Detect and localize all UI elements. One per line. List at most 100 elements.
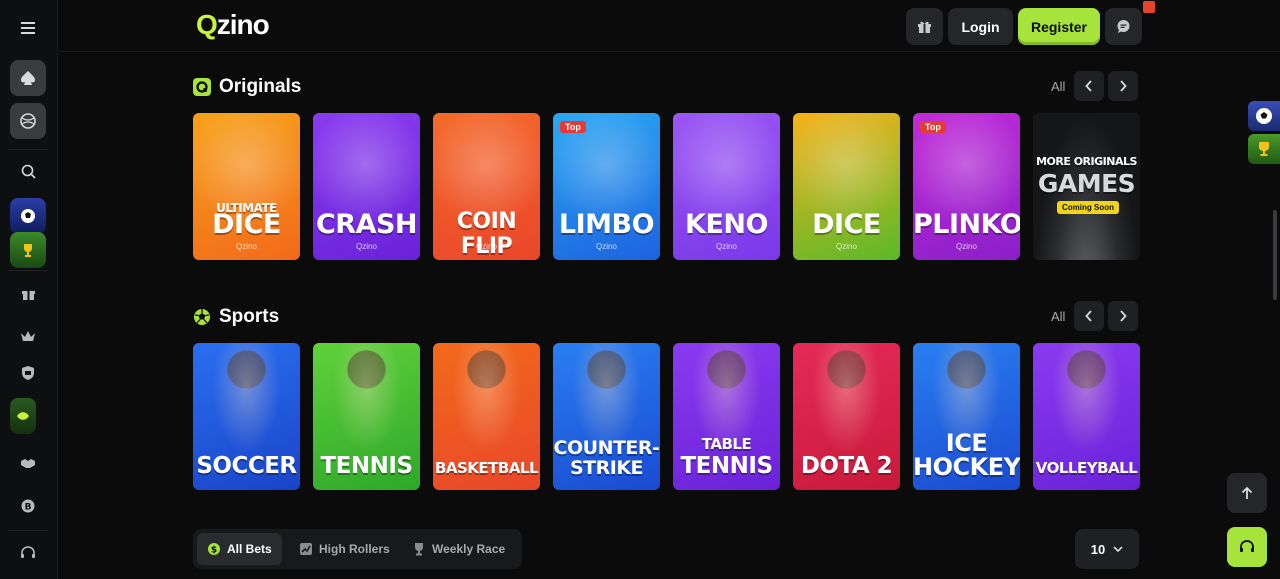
page-scrollbar[interactable] <box>1273 210 1277 300</box>
tab-high-rollers[interactable]: High Rollers <box>289 533 400 565</box>
trophy-promo-icon[interactable] <box>10 232 46 268</box>
soccer-ball-icon <box>1256 108 1272 124</box>
card-provider: Qzino <box>476 242 497 251</box>
chat-button[interactable] <box>1105 8 1142 45</box>
casino-spade-icon[interactable] <box>10 60 46 96</box>
qzino-logo[interactable]: Qzino <box>196 9 270 41</box>
svg-text:B: B <box>25 503 32 513</box>
sports-category-card[interactable]: SOCCER <box>193 343 300 490</box>
crown-icon[interactable] <box>10 318 46 354</box>
originals-game-card[interactable]: CRASH Qzino <box>313 113 420 260</box>
trophy-icon <box>1259 142 1269 156</box>
chevron-right-icon <box>1120 80 1127 92</box>
card-title: BASKETBALL <box>434 459 539 477</box>
sports-prev-button[interactable] <box>1074 301 1104 331</box>
sports-category-card[interactable]: DOTA 2 <box>793 343 900 490</box>
rows-count-value: 10 <box>1090 541 1106 557</box>
floating-trophy-promo[interactable] <box>1248 134 1280 164</box>
gift-icon <box>918 21 931 33</box>
originals-game-card[interactable]: DICE Qzino <box>793 113 900 260</box>
headset-icon[interactable] <box>10 535 46 571</box>
sports-category-card[interactable]: VOLLEYBALL <box>1033 343 1140 490</box>
handshake-icon[interactable] <box>10 445 46 481</box>
search-icon[interactable] <box>10 153 46 189</box>
originals-next-button[interactable] <box>1108 71 1138 101</box>
top-badge: Top <box>560 121 586 133</box>
register-button[interactable]: Register <box>1018 8 1100 45</box>
card-provider: Qzino <box>956 242 977 251</box>
sports-all-link[interactable]: All <box>1051 309 1065 324</box>
card-pretitle: TABLE <box>701 435 752 453</box>
originals-game-card[interactable]: COIN FLIP Qzino <box>433 113 540 260</box>
card-title: DICE <box>812 209 881 240</box>
scroll-to-top-button[interactable] <box>1227 473 1267 513</box>
sports-category-card[interactable]: TENNIS <box>313 343 420 490</box>
chat-bubble-icon <box>1117 20 1130 33</box>
card-title: LIMBO <box>558 209 655 240</box>
top-header: Qzino Login Register <box>59 0 1280 52</box>
promo-leaf-icon[interactable] <box>10 398 36 434</box>
support-chat-button[interactable] <box>1227 527 1267 567</box>
sports-category-card[interactable]: TABLE TENNIS <box>673 343 780 490</box>
gift-icon[interactable] <box>10 275 46 311</box>
tab-all-bets[interactable]: $ All Bets <box>197 533 282 565</box>
chevron-left-icon <box>1085 310 1092 322</box>
sports-category-card[interactable]: ICE HOCKEY <box>913 343 1020 490</box>
originals-game-card[interactable]: Top LIMBO Qzino <box>553 113 660 260</box>
coming-soon-badge: Coming Soon <box>1057 201 1119 214</box>
sports-heading: Sports <box>193 306 279 328</box>
chart-up-icon <box>300 543 312 555</box>
chevron-down-icon <box>1113 546 1123 552</box>
chevron-right-icon <box>1120 310 1127 322</box>
originals-prev-button[interactable] <box>1074 71 1104 101</box>
menu-icon[interactable] <box>10 10 46 46</box>
originals-all-link[interactable]: All <box>1051 79 1065 94</box>
card-title: PLINKO <box>913 209 1020 240</box>
card-title: TENNIS <box>680 453 773 479</box>
shield-icon[interactable] <box>10 355 46 391</box>
originals-game-card[interactable]: MORE ORIGINALS GAMES Coming Soon <box>1033 113 1140 260</box>
sports-ball-icon[interactable] <box>10 103 46 139</box>
sports-category-card[interactable]: BASKETBALL <box>433 343 540 490</box>
tab-weekly-race[interactable]: Weekly Race <box>402 533 515 565</box>
card-title: CRASH <box>315 209 418 240</box>
left-sidebar: B <box>0 0 58 579</box>
trophy-icon <box>415 543 423 556</box>
card-title: KENO <box>685 209 768 240</box>
originals-game-card[interactable]: ULTIMATE DICE Qzino <box>193 113 300 260</box>
coin-icon[interactable]: B <box>10 488 46 524</box>
card-title-line2: HOCKEY <box>913 453 1020 481</box>
card-provider: Qzino <box>836 242 857 251</box>
originals-title: Originals <box>219 76 302 97</box>
card-title: TENNIS <box>320 453 413 479</box>
svg-text:$: $ <box>211 546 217 556</box>
card-title: SOCCER <box>196 453 297 479</box>
gift-button[interactable] <box>906 8 943 45</box>
originals-game-card[interactable]: Top PLINKO Qzino <box>913 113 1020 260</box>
card-provider: Qzino <box>356 242 377 251</box>
soccer-ball-icon <box>193 308 211 326</box>
sports-category-card[interactable]: COUNTER- STRIKE <box>553 343 660 490</box>
bets-tabbar: $ All Bets High Rollers Weekly Race <box>193 529 522 569</box>
card-title: VOLLEYBALL <box>1035 459 1138 477</box>
top-badge: Top <box>920 121 946 133</box>
card-title: COIN FLIP <box>456 209 517 259</box>
qzino-q-icon <box>193 78 211 96</box>
card-title-line2: STRIKE <box>569 457 644 479</box>
card-provider: Qzino <box>596 242 617 251</box>
card-title: DOTA 2 <box>800 453 893 479</box>
sports-title: Sports <box>219 306 280 327</box>
soccer-promo-icon[interactable] <box>10 198 46 234</box>
card-pretitle: MORE ORIGINALS <box>1036 155 1137 168</box>
rows-count-select[interactable]: 10 <box>1075 529 1139 569</box>
card-title: COUNTER- <box>553 437 660 459</box>
login-button[interactable]: Login <box>948 8 1013 45</box>
card-provider: Qzino <box>716 242 737 251</box>
coins-icon: $ <box>208 543 220 556</box>
tab-all-bets-label: All Bets <box>227 542 272 556</box>
arrow-up-icon <box>1241 486 1253 499</box>
floating-soccer-promo[interactable] <box>1248 101 1280 131</box>
sports-next-button[interactable] <box>1108 301 1138 331</box>
originals-game-card[interactable]: KENO Qzino <box>673 113 780 260</box>
card-title: DICE <box>212 209 281 240</box>
